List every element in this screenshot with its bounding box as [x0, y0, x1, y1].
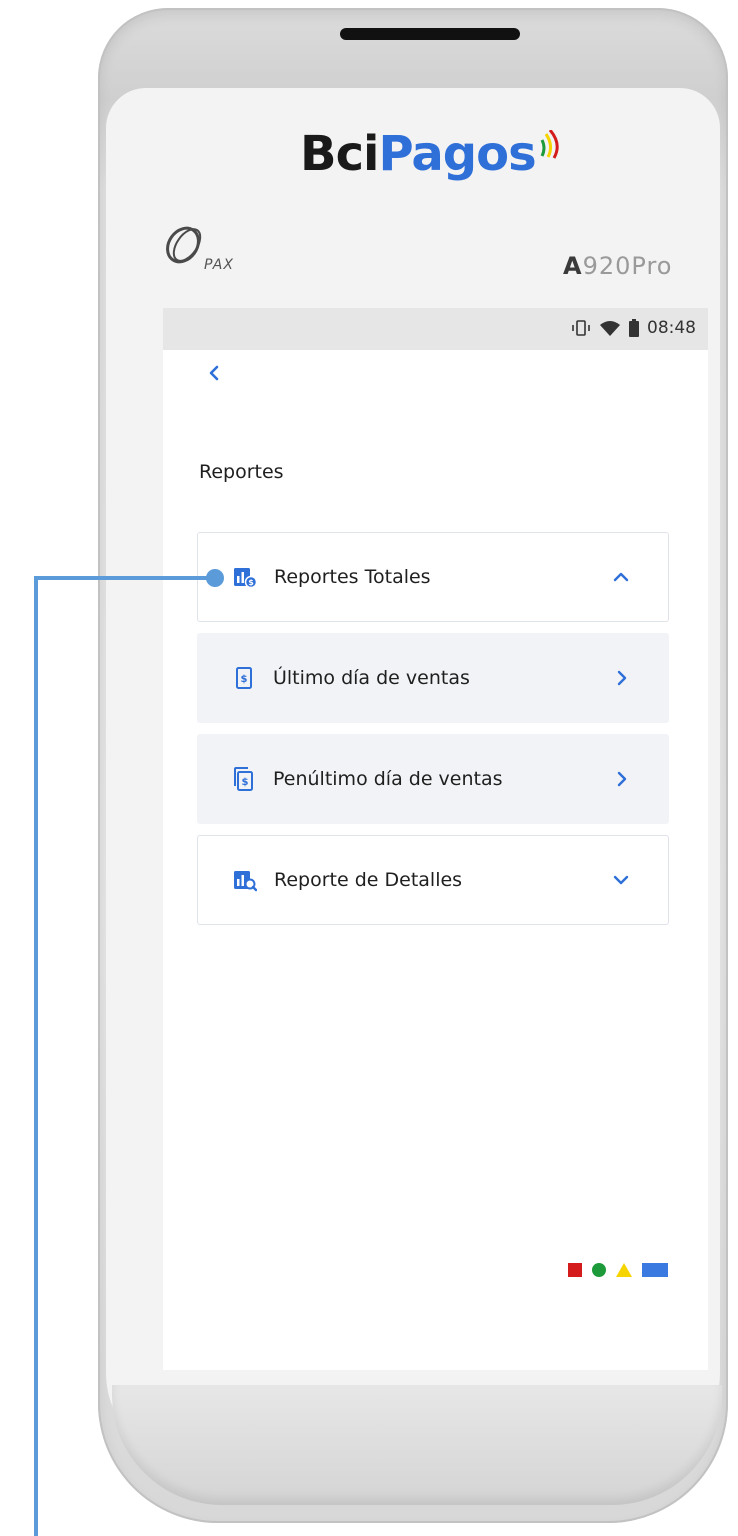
pax-brand-text: PAX [204, 257, 234, 273]
terminal-base [112, 1385, 722, 1505]
chevron-left-icon [209, 365, 219, 381]
callout-line-horizontal [34, 576, 216, 580]
menu-item-label: Reporte de Detalles [274, 869, 463, 891]
report-search-icon [232, 867, 258, 893]
svg-text:$: $ [248, 578, 254, 587]
pax-logo-icon [166, 226, 202, 264]
menu-item-reportes-totales[interactable]: $ Reportes Totales [197, 532, 669, 622]
red-square-icon [568, 1263, 582, 1277]
page-title: Reportes [199, 461, 284, 483]
terminal-screen: 08:48 Reportes $ Reportes Totales $ Últi… [163, 308, 708, 1370]
back-button[interactable] [199, 358, 229, 388]
chevron-right-icon [609, 665, 635, 691]
blue-rectangle-icon [642, 1263, 668, 1277]
model-name: A920Pro [563, 252, 673, 280]
status-bar: 08:48 [163, 308, 708, 350]
yellow-triangle-icon [616, 1263, 632, 1277]
receipt-icon: $ [231, 665, 257, 691]
callout-dot [206, 569, 224, 587]
contactless-wave-icon [540, 130, 559, 159]
brand-color-dots [568, 1263, 668, 1277]
report-totals-icon: $ [232, 564, 258, 590]
menu-item-reporte-detalles[interactable]: Reporte de Detalles [197, 835, 669, 925]
chevron-right-icon [609, 766, 635, 792]
wifi-icon [600, 321, 620, 336]
menu-item-label: Penúltimo día de ventas [273, 768, 503, 790]
menu-item-penultimo-dia[interactable]: $ Penúltimo día de ventas [197, 734, 669, 824]
menu-item-label: Último día de ventas [273, 667, 470, 689]
chevron-up-icon [608, 564, 634, 590]
receipts-stack-icon: $ [231, 766, 257, 792]
menu-item-ultimo-dia[interactable]: $ Último día de ventas [197, 633, 669, 723]
green-circle-icon [592, 1263, 606, 1277]
bcipagos-logo: BciPagos [300, 126, 537, 182]
chevron-down-icon [608, 867, 634, 893]
svg-text:$: $ [241, 674, 248, 685]
menu-item-label: Reportes Totales [274, 566, 431, 588]
callout-line-vertical [34, 576, 38, 1536]
vibrate-icon [572, 320, 590, 336]
status-time: 08:48 [647, 318, 696, 338]
battery-icon [629, 319, 639, 337]
speaker-grille [340, 28, 520, 40]
svg-text:$: $ [242, 777, 249, 788]
